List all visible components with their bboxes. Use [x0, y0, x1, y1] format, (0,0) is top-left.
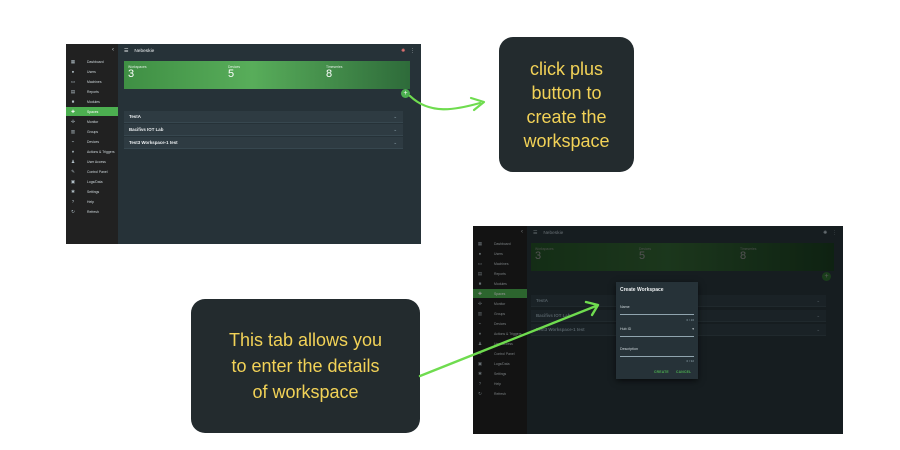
annotation-arrows [408, 94, 600, 378]
arrow-to-dialog [418, 304, 598, 378]
arrow-to-plus-button [408, 94, 482, 111]
